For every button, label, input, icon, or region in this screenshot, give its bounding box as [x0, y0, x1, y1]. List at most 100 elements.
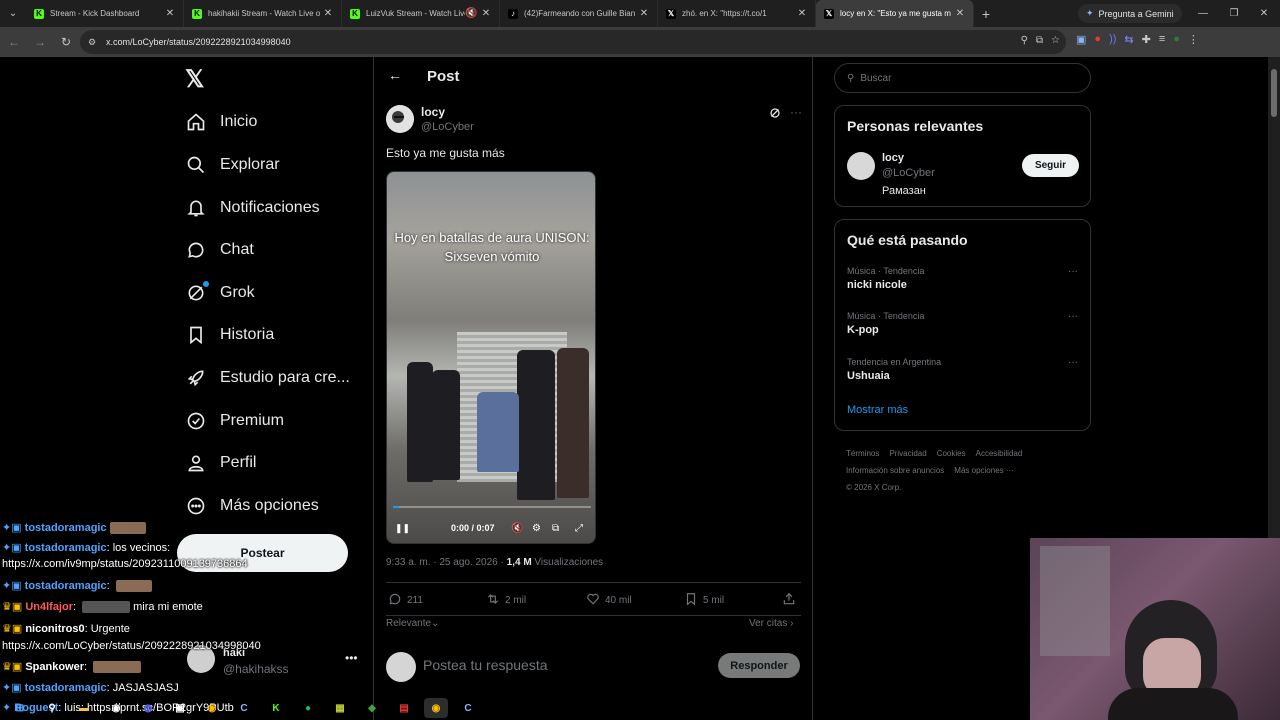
relevant-user-name[interactable]: locy — [882, 152, 904, 164]
reply-sort-dropdown[interactable]: Relevante⌄ — [386, 618, 439, 629]
reload-icon[interactable]: ↻ — [54, 30, 78, 54]
reply-action[interactable]: 211 — [388, 592, 423, 609]
zoom-icon[interactable]: ⚲ — [1021, 35, 1028, 46]
x-logo-icon[interactable]: 𝕏 — [185, 65, 204, 94]
tweet-more-icon[interactable]: ··· — [790, 105, 802, 119]
share-action[interactable] — [782, 592, 796, 609]
grok-explain-icon[interactable] — [769, 107, 781, 122]
close-tab-icon[interactable]: ✕ — [323, 8, 333, 19]
close-tab-icon[interactable]: ✕ — [165, 8, 175, 19]
site-info-icon[interactable]: ⚙ — [88, 37, 102, 48]
footer-link[interactable]: Cookies — [937, 449, 966, 458]
browser-menu-icon[interactable]: ⋮ — [1188, 33, 1199, 46]
nav-item-premium[interactable]: Premium — [185, 401, 284, 441]
trend-more-icon[interactable]: ··· — [1068, 357, 1078, 368]
obs-icon[interactable]: ◉ — [104, 698, 128, 718]
profile-avatar-icon[interactable]: ● — [1173, 33, 1180, 46]
trend-item[interactable]: Música · Tendencia nicki nicole ··· — [847, 266, 1082, 291]
extension-sync-icon[interactable]: ⇆ — [1124, 33, 1133, 46]
close-tab-icon[interactable]: ✕ — [481, 8, 491, 19]
reading-list-icon[interactable]: ≡ — [1159, 33, 1165, 46]
discord-icon[interactable]: ◍ — [136, 698, 160, 718]
pip-icon[interactable]: ⧉ — [552, 523, 559, 534]
follow-button[interactable]: Seguir — [1022, 154, 1079, 177]
extension-audio-icon[interactable]: )) — [1109, 33, 1116, 46]
tweet-author-name[interactable]: locy — [421, 105, 445, 119]
app-icon[interactable]: ◆ — [360, 698, 384, 718]
back-arrow-icon[interactable]: ← — [2, 30, 26, 54]
tab-search-menu-icon[interactable]: ⌄ — [0, 0, 26, 27]
video-player[interactable]: Hoy en batallas de aura UNISON: Sixseven… — [386, 171, 596, 544]
browser-icon[interactable]: C — [232, 698, 256, 718]
avatar[interactable] — [847, 152, 875, 180]
settings-gear-icon[interactable]: ⚙ — [532, 523, 541, 534]
back-arrow-icon[interactable]: ← — [388, 67, 402, 83]
windows-start-icon[interactable]: ⊞ — [8, 698, 32, 718]
close-tab-icon[interactable]: ✕ — [955, 8, 965, 19]
nav-item-historia[interactable]: Historia — [185, 315, 274, 355]
mute-icon[interactable]: 🔇 — [511, 523, 523, 534]
app-icon[interactable]: ▣ — [168, 698, 192, 718]
footer-link[interactable]: Accesibilidad — [976, 449, 1023, 458]
minimize-window-icon[interactable]: — — [1187, 0, 1219, 27]
tweet-timestamp[interactable]: 9:33 a. m. · 25 ago. 2026 · — [386, 557, 507, 568]
scrollbar-thumb[interactable] — [1271, 69, 1277, 117]
extension-red-icon[interactable]: ● — [1094, 33, 1101, 46]
browser-tab[interactable]: 𝕏 zhó. en X: "https://t.co/1 ✕ — [658, 0, 816, 27]
browser-tab-active[interactable]: 𝕏 locy en X: "Esto ya me gusta m ✕ — [816, 0, 974, 27]
trend-more-icon[interactable]: ··· — [1068, 311, 1078, 322]
close-window-icon[interactable]: ✕ — [1248, 0, 1280, 27]
extension-translate-icon[interactable]: ▣ — [1076, 33, 1086, 46]
address-bar[interactable]: ⚙ x.com/LoCyber/status/20922289210349980… — [80, 30, 1066, 54]
fullscreen-icon[interactable]: ⤢ — [575, 523, 583, 534]
ask-gemini-button[interactable]: ✦ Pregunta a Gemini — [1078, 4, 1182, 23]
browser-tab[interactable]: K hakihakii Stream - Watch Live o ✕ — [184, 0, 342, 27]
chrome-icon[interactable]: ◉ — [200, 698, 224, 718]
tweet-author-handle[interactable]: @LoCyber — [421, 121, 474, 133]
forward-arrow-icon[interactable]: → — [28, 30, 52, 54]
search-icon[interactable]: ⚲ — [40, 698, 64, 718]
mute-tab-icon[interactable]: 🔇 — [465, 8, 477, 19]
like-action[interactable]: 40 mil — [586, 592, 632, 609]
nav-item-grok[interactable]: Grok — [185, 273, 255, 313]
search-input[interactable]: ⚲ Buscar — [834, 63, 1091, 93]
reply-button[interactable]: Responder — [718, 653, 800, 678]
restore-window-icon[interactable]: ❐ — [1218, 0, 1250, 27]
spotify-icon[interactable]: ● — [296, 698, 320, 718]
browser-tab[interactable]: K Stream - Kick Dashboard ✕ — [26, 0, 184, 27]
app-icon[interactable]: ▦ — [328, 698, 352, 718]
footer-link[interactable]: Más opciones ··· — [954, 466, 1014, 475]
chrome-icon[interactable]: ◉ — [424, 698, 448, 718]
bookmark-star-icon[interactable]: ☆ — [1051, 35, 1060, 46]
view-quotes-link[interactable]: Ver citas › — [749, 618, 793, 629]
close-tab-icon[interactable]: ✕ — [639, 8, 649, 19]
reply-input[interactable]: Postea tu respuesta — [423, 657, 548, 673]
browser-tab[interactable]: ♪ (42)Farmeando con Guille Bian ✕ — [500, 0, 658, 27]
trend-more-icon[interactable]: ··· — [1068, 266, 1078, 277]
nav-item-estudio[interactable]: Estudio para cre... — [185, 358, 350, 398]
video-progress-bar[interactable] — [393, 506, 591, 508]
install-app-icon[interactable]: ⧉ — [1036, 35, 1043, 46]
footer-link[interactable]: Privacidad — [889, 449, 926, 458]
nav-item-perfil[interactable]: Perfil — [185, 443, 256, 483]
nav-item-chat[interactable]: Chat — [185, 230, 254, 270]
bookmark-action[interactable]: 5 mil — [684, 592, 724, 609]
pause-icon[interactable]: ❚❚ — [395, 523, 410, 534]
trend-item[interactable]: Música · Tendencia K-pop ··· — [847, 311, 1082, 336]
nav-item-notificaciones[interactable]: Notificaciones — [185, 188, 320, 228]
repost-action[interactable]: 2 mil — [486, 592, 526, 609]
new-tab-button[interactable]: + — [974, 6, 998, 22]
file-explorer-icon[interactable]: ▬ — [72, 698, 96, 718]
extensions-puzzle-icon[interactable]: ✚ — [1142, 33, 1151, 46]
avatar[interactable] — [386, 105, 414, 133]
nav-item-inicio[interactable]: Inicio — [185, 102, 257, 142]
show-more-link[interactable]: Mostrar más — [847, 404, 908, 416]
browser-tab[interactable]: K LuizVuk Stream - Watch Live 🔇 ✕ — [342, 0, 500, 27]
close-tab-icon[interactable]: ✕ — [797, 8, 807, 19]
nav-item-explorar[interactable]: Explorar — [185, 145, 280, 185]
trend-item[interactable]: Tendencia en Argentina Ushuaia ··· — [847, 357, 1082, 382]
footer-link[interactable]: Términos — [846, 449, 879, 458]
app-icon[interactable]: ▤ — [392, 698, 416, 718]
kick-icon[interactable]: K — [264, 698, 288, 718]
footer-link[interactable]: Información sobre anuncios — [846, 466, 944, 475]
